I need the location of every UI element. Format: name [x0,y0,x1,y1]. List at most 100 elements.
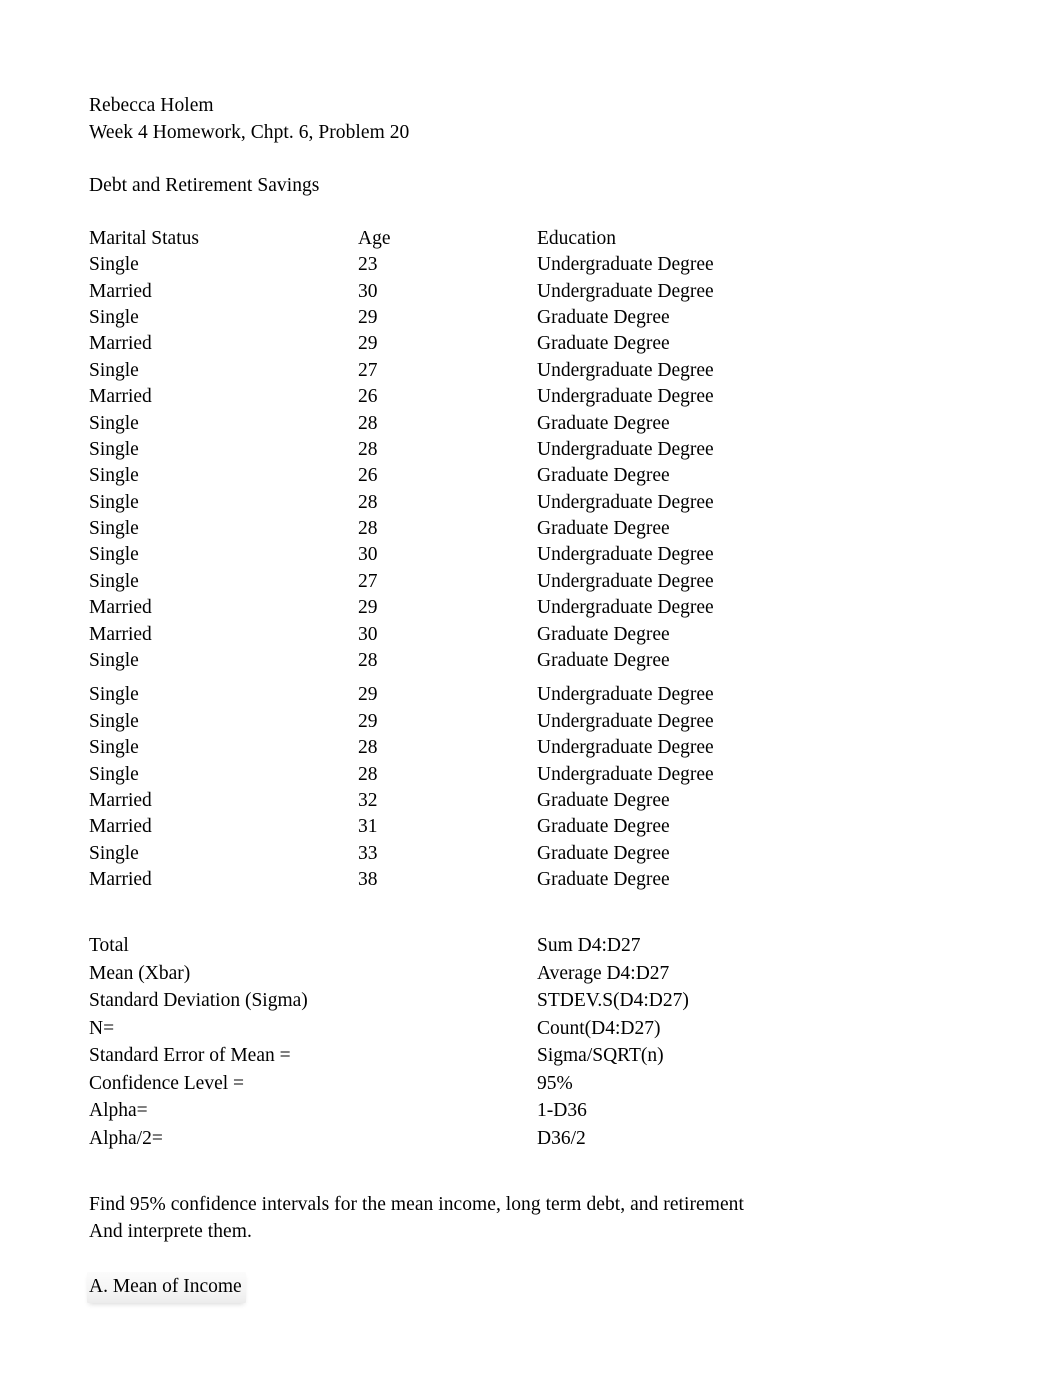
column-header-education: Education [537,227,617,249]
column-header-marital-status: Marital Status [89,227,199,249]
statistic-value: Count(D4:D27) [537,1017,661,1039]
cell-marital-status: Single [89,438,139,460]
cell-education: Undergraduate Degree [537,359,714,381]
cell-education: Graduate Degree [537,518,670,540]
table-row: Single 28 Graduate Degree [89,648,969,674]
table-row: Married 30 Undergraduate Degree [89,279,969,305]
table-header-row: Marital Status Age Education [89,226,969,252]
table-row: Single 28 Undergraduate Degree [89,735,969,761]
table-row: Single 23 Undergraduate Degree [89,252,969,278]
cell-education: Graduate Degree [537,623,670,645]
table-row: Married 30 Graduate Degree [89,622,969,648]
cell-marital-status: Married [89,386,152,408]
statistic-row: Standard Error of Mean = Sigma/SQRT(n) [89,1042,969,1070]
subject-title: Debt and Retirement Savings [89,174,320,196]
statistic-value: 95% [537,1072,573,1094]
cell-marital-status: Single [89,412,139,434]
cell-marital-status: Single [89,570,139,592]
cell-age: 28 [358,737,378,759]
instructions-paragraph: Find 95% confidence intervals for the me… [89,1191,969,1246]
statistic-value: Sigma/SQRT(n) [537,1045,664,1067]
table-row: Single 28 Graduate Degree [89,411,969,437]
statistic-value: Sum D4:D27 [537,935,641,957]
cell-age: 27 [358,359,378,381]
statistic-row: Alpha= 1-D36 [89,1097,969,1125]
section-heading-wrapper: A. Mean of Income [87,1272,969,1303]
statistic-label: Mean (Xbar) [89,962,191,984]
cell-education: Graduate Degree [537,816,670,838]
statistic-row: Mean (Xbar) Average D4:D27 [89,960,969,988]
statistic-label: Standard Deviation (Sigma) [89,990,308,1012]
statistic-label: Confidence Level = [89,1072,245,1094]
table-row: Single 29 Graduate Degree [89,305,969,331]
table-row: Married 38 Graduate Degree [89,867,969,893]
table-row: Married 29 Graduate Degree [89,331,969,357]
cell-education: Graduate Degree [537,465,670,487]
table-row: Single 26 Graduate Degree [89,463,969,489]
table-row: Single 30 Undergraduate Degree [89,542,969,568]
statistic-label: Alpha= [89,1100,148,1122]
table-row: Single 33 Graduate Degree [89,841,969,867]
data-table: Marital Status Age Education Single 23 Und… [89,226,969,894]
cell-age: 32 [358,789,378,811]
statistic-value: D36/2 [537,1127,586,1149]
cell-marital-status: Single [89,650,139,672]
table-body: Single 23 Undergraduate Degree Married 30 Und… [89,252,969,893]
cell-marital-status: Single [89,254,139,276]
cell-marital-status: Single [89,465,139,487]
cell-education: Graduate Degree [537,333,670,355]
cell-education: Graduate Degree [537,789,670,811]
cell-education: Undergraduate Degree [537,763,714,785]
cell-age: 30 [358,623,378,645]
cell-education: Graduate Degree [537,412,670,434]
statistic-label: Alpha/2= [89,1127,163,1149]
column-header-age: Age [358,227,391,249]
cell-age: 30 [358,280,378,302]
statistic-row: Total Sum D4:D27 [89,932,969,960]
cell-marital-status: Single [89,763,139,785]
cell-education: Graduate Degree [537,842,670,864]
cell-marital-status: Single [89,737,139,759]
cell-age: 38 [358,869,378,891]
cell-education: Graduate Degree [537,306,670,328]
cell-age: 28 [358,650,378,672]
cell-marital-status: Married [89,623,152,645]
table-row: Married 26 Undergraduate Degree [89,384,969,410]
cell-age: 26 [358,465,378,487]
cell-education: Undergraduate Degree [537,491,714,513]
cell-marital-status: Married [89,280,152,302]
cell-age: 28 [358,763,378,785]
cell-age: 28 [358,412,378,434]
cell-education: Graduate Degree [537,650,670,672]
table-row: Single 28 Undergraduate Degree [89,437,969,463]
statistic-value: Average D4:D27 [537,962,670,984]
table-row: Single 28 Graduate Degree [89,516,969,542]
cell-marital-status: Single [89,544,139,566]
cell-age: 26 [358,386,378,408]
author-name: Rebecca Holem [89,95,214,116]
cell-education: Undergraduate Degree [537,544,714,566]
cell-age: 30 [358,544,378,566]
table-row: Single 28 Undergraduate Degree [89,762,969,788]
table-row: Single 29 Undergraduate Degree [89,709,969,735]
cell-education: Undergraduate Degree [537,684,714,706]
cell-education: Undergraduate Degree [537,710,714,732]
cell-education: Undergraduate Degree [537,597,714,619]
cell-age: 23 [358,254,378,276]
assignment-title: Week 4 Homework, Chpt. 6, Problem 20 [89,122,410,143]
cell-marital-status: Single [89,306,139,328]
instructions-line-1: Find 95% confidence intervals for the me… [89,1193,744,1215]
cell-age: 28 [358,438,378,460]
statistic-label: Total [89,935,129,957]
statistic-value: STDEV.S(D4:D27) [537,990,689,1012]
statistic-label: Standard Error of Mean = [89,1045,291,1067]
cell-education: Undergraduate Degree [537,386,714,408]
cell-education: Undergraduate Degree [537,254,714,276]
cell-age: 29 [358,333,378,355]
